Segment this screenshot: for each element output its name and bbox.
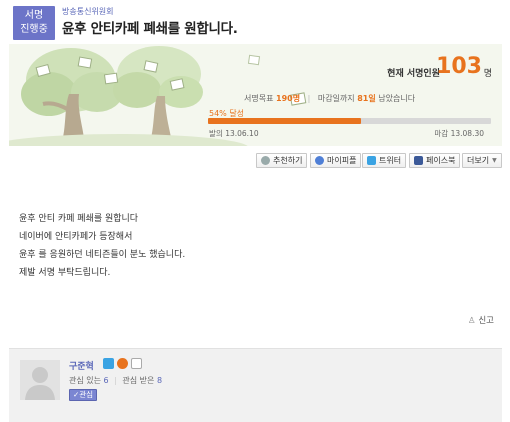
- twitter-icon: [367, 156, 376, 165]
- petition-banner: 현재 서명인원 103 명 서명목표 190명 | 마감일까지 81일 남았습니…: [9, 44, 502, 146]
- current-signatures-label: 현재 서명인원: [387, 69, 440, 79]
- goal-label: 서명목표: [244, 94, 274, 103]
- following-count[interactable]: 6: [104, 376, 109, 385]
- facebook-label: 페이스북: [426, 156, 456, 165]
- blog-icon[interactable]: [117, 358, 128, 369]
- mypeople-icon: [315, 156, 324, 165]
- status-line-2: 진행중: [20, 24, 48, 35]
- author-name[interactable]: 구준혁: [69, 359, 94, 372]
- page-title: 윤후 안티카페 폐쇄를 원합니다.: [62, 21, 238, 37]
- goal-row: 서명목표 190명 | 마감일까지 81일 남았습니다: [244, 93, 415, 104]
- divider: |: [114, 376, 117, 385]
- body-line: 네이버에 안티카페가 등장해서: [19, 232, 133, 242]
- mypeople-share-button[interactable]: 마이피플: [310, 153, 362, 168]
- start-date: 13.06.10: [225, 129, 259, 138]
- divider: |: [307, 94, 311, 103]
- following-label: 관심 있는: [69, 376, 101, 385]
- follow-stats: 관심 있는 6 | 관심 받은 8: [69, 375, 162, 386]
- report-icon: ♙: [468, 316, 476, 326]
- follow-label: 관심: [79, 390, 94, 399]
- progress-track: [208, 118, 491, 124]
- more-button[interactable]: 더보기 ▼: [462, 153, 502, 168]
- goal-value: 190명: [276, 94, 301, 103]
- start-date-row: 발의 13.06.10: [209, 128, 259, 139]
- follow-button[interactable]: ✓관심: [69, 389, 97, 401]
- avatar[interactable]: [20, 360, 60, 400]
- facebook-icon: [414, 156, 423, 165]
- body-line: 윤후 안티 카페 폐쇄를 원합니다: [19, 214, 139, 224]
- twitter-label: 트위터: [379, 156, 402, 165]
- profile-icon[interactable]: [131, 358, 142, 369]
- author-box: 구준혁 관심 있는 6 | 관심 받은 8 ✓관심: [9, 348, 502, 422]
- end-label: 마감: [434, 129, 449, 138]
- status-badge: 서명 진행중: [13, 6, 55, 40]
- deadline-prefix: 마감일까지: [317, 94, 355, 103]
- followers-label: 관심 받은: [122, 376, 155, 385]
- end-date: 13.08.30: [450, 129, 484, 138]
- more-label: 더보기: [467, 156, 490, 165]
- petition-page: 서명 진행중 방송통신위원회 윤후 안티카페 폐쇄를 원합니다. 현재 서명인원…: [0, 0, 510, 422]
- report-button[interactable]: ♙ 신고: [468, 314, 494, 326]
- current-signatures-unit: 명: [483, 69, 492, 79]
- body-line: 윤후 를 응원하던 네티즌들이 분노 했습니다.: [19, 250, 186, 260]
- chevron-down-icon: ▼: [492, 157, 497, 164]
- twitter-icon[interactable]: [103, 358, 114, 369]
- end-date-row: 마감 13.08.30: [434, 128, 484, 139]
- start-label: 발의: [209, 129, 223, 138]
- recommend-icon: [261, 156, 270, 165]
- current-signatures-count: 103: [436, 54, 482, 79]
- status-line-1: 서명: [24, 10, 44, 21]
- twitter-share-button[interactable]: 트위터: [362, 153, 407, 168]
- recommend-button[interactable]: 추천하기: [256, 153, 308, 168]
- author-sns-links: [103, 358, 142, 369]
- deadline-suffix: 남았습니다: [378, 94, 416, 103]
- facebook-share-button[interactable]: 페이스북: [409, 153, 461, 168]
- category-link[interactable]: 방송통신위원회: [62, 6, 114, 17]
- progress-fill: [208, 118, 361, 124]
- followers-count[interactable]: 8: [157, 376, 162, 385]
- report-label: 신고: [478, 316, 494, 326]
- petition-body: 윤후 안티 카페 폐쇄를 원합니다 네이버에 안티카페가 등장해서 윤후 를 응…: [19, 210, 185, 282]
- body-line: 제발 서명 부탁드립니다.: [19, 268, 111, 278]
- deadline-days: 81일: [357, 94, 376, 103]
- mypeople-label: 마이피플: [327, 156, 357, 165]
- recommend-label: 추천하기: [273, 156, 303, 165]
